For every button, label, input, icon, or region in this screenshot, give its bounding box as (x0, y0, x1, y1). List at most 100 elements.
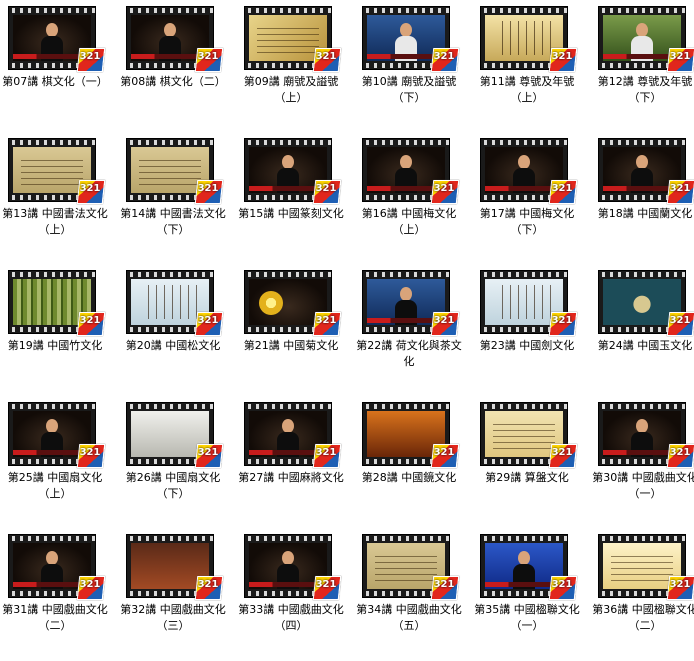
video-thumbnail-item[interactable]: 321 第24講 中國玉文化 (592, 264, 694, 396)
player-badge-icon: 321 (76, 312, 106, 336)
player-badge-icon: 321 (430, 180, 460, 204)
video-thumbnail-item[interactable]: 321 第34講 中國戲曲文化（五） (356, 528, 474, 660)
player-badge-icon: 321 (548, 312, 578, 336)
video-title-label: 第34講 中國戲曲文化（五） (356, 603, 462, 632)
player-badge-icon: 321 (548, 444, 578, 468)
badge-label: 321 (669, 579, 691, 590)
video-thumbnail-item[interactable]: 321 第27講 中國麻將文化 (238, 396, 356, 528)
badge-label: 321 (669, 51, 691, 62)
film-sprocket-holes (599, 272, 685, 277)
player-badge-icon: 321 (76, 180, 106, 204)
film-sprocket-holes (245, 536, 331, 541)
film-sprocket-holes (363, 8, 449, 13)
player-badge-icon: 321 (312, 444, 342, 468)
film-sprocket-holes (9, 140, 95, 145)
video-thumbnail-item[interactable]: 321 第17講 中國梅文化（下） (474, 132, 592, 264)
film-sprocket-holes (599, 8, 685, 13)
lecturer-head (282, 419, 294, 433)
badge-label: 321 (79, 183, 101, 194)
video-thumbnail-item[interactable]: 321 第12講 尊號及年號（下） (592, 0, 694, 132)
badge-label: 321 (79, 447, 101, 458)
player-badge-icon: 321 (76, 48, 106, 72)
video-thumbnail-item[interactable]: 321 第07講 棋文化（一） (2, 0, 120, 132)
video-thumbnail-item[interactable]: 321 第33講 中國戲曲文化（四） (238, 528, 356, 660)
video-thumbnail-item[interactable]: 321 第23講 中國劍文化 (474, 264, 592, 396)
player-badge-icon: 321 (194, 48, 224, 72)
player-badge-icon: 321 (430, 576, 460, 600)
video-title-label: 第26講 中國扇文化（下） (125, 471, 221, 500)
video-thumbnail-item[interactable]: 321 第25講 中國扇文化（上） (2, 396, 120, 528)
vertical-text-graphic (495, 21, 553, 55)
badge-label: 321 (197, 447, 219, 458)
badge-label: 321 (669, 183, 691, 194)
video-thumbnail-item[interactable]: 321 第10講 廟號及謚號（下） (356, 0, 474, 132)
video-thumbnail-grid: 321 第07講 棋文化（一） 321 第08講 棋文化（二） 321 第09講 廟號及謚… (0, 0, 694, 661)
vertical-text-graphic (141, 285, 199, 319)
video-thumbnail-item[interactable]: 321 第26講 中國扇文化（下） (120, 396, 238, 528)
calligraphy-text-graphic (493, 419, 555, 449)
video-thumbnail-item[interactable]: 321 第09講 廟號及謚號（上） (238, 0, 356, 132)
lecturer-head (46, 551, 58, 565)
video-thumbnail-item[interactable]: 321 第30講 中國戲曲文化（一） (592, 396, 694, 528)
video-thumbnail-item[interactable]: 321 第13講 中國書法文化（上） (2, 132, 120, 264)
film-sprocket-holes (363, 404, 449, 409)
film-sprocket-holes (599, 536, 685, 541)
video-title-label: 第18講 中國蘭文化 (597, 207, 693, 220)
lecturer-head (518, 551, 530, 565)
badge-label: 321 (551, 315, 573, 326)
player-badge-icon: 321 (312, 576, 342, 600)
video-title-label: 第19講 中國竹文化 (7, 339, 103, 352)
badge-label: 321 (551, 447, 573, 458)
player-badge-icon: 321 (548, 576, 578, 600)
video-thumbnail-item[interactable]: 321 第11講 尊號及年號（上） (474, 0, 592, 132)
video-thumbnail-item[interactable]: 321 第21講 中國菊文化 (238, 264, 356, 396)
player-badge-icon: 321 (430, 48, 460, 72)
film-sprocket-holes (127, 140, 213, 145)
video-title-label: 第36講 中國楹聯文化（二） (592, 603, 694, 632)
video-thumbnail-item[interactable]: 321 第16講 中國梅文化（上） (356, 132, 474, 264)
lecturer-head (400, 155, 412, 169)
film-sprocket-holes (245, 140, 331, 145)
badge-label: 321 (433, 447, 455, 458)
video-title-label: 第15講 中國篆刻文化 (238, 207, 344, 220)
video-thumbnail-item[interactable]: 321 第08講 棋文化（二） (120, 0, 238, 132)
video-thumbnail-item[interactable]: 321 第15講 中國篆刻文化 (238, 132, 356, 264)
video-thumbnail-item[interactable]: 321 第36講 中國楹聯文化（二） (592, 528, 694, 660)
video-thumbnail-item[interactable]: 321 第32講 中國戲曲文化（三） (120, 528, 238, 660)
video-title-label: 第11講 尊號及年號（上） (479, 75, 575, 104)
player-badge-icon: 321 (76, 576, 106, 600)
badge-label: 321 (79, 579, 101, 590)
video-title-label: 第32講 中國戲曲文化（三） (120, 603, 226, 632)
player-badge-icon: 321 (312, 312, 342, 336)
video-title-label: 第09講 廟號及謚號（上） (243, 75, 339, 104)
video-thumbnail-item[interactable]: 321 第35講 中國楹聯文化（一） (474, 528, 592, 660)
video-thumbnail-item[interactable]: 321 第20講 中國松文化 (120, 264, 238, 396)
calligraphy-text-graphic (21, 155, 83, 185)
video-thumbnail-item[interactable]: 321 第28講 中國鏡文化 (356, 396, 474, 528)
video-thumbnail-item[interactable]: 321 第22講 荷文化與茶文化 (356, 264, 474, 396)
video-thumbnail-item[interactable]: 321 第29講 算盤文化 (474, 396, 592, 528)
video-title-label: 第14講 中國書法文化（下） (120, 207, 226, 236)
player-badge-icon: 321 (666, 576, 694, 600)
lecturer-head (636, 155, 648, 169)
video-title-label: 第30講 中國戲曲文化（一） (592, 471, 694, 500)
video-thumbnail-item[interactable]: 321 第14講 中國書法文化（下） (120, 132, 238, 264)
film-sprocket-holes (127, 404, 213, 409)
badge-label: 321 (669, 447, 691, 458)
player-badge-icon: 321 (76, 444, 106, 468)
calligraphy-text-graphic (257, 23, 319, 53)
player-badge-icon: 321 (194, 180, 224, 204)
video-thumbnail-item[interactable]: 321 第31講 中國戲曲文化（二） (2, 528, 120, 660)
lecturer-head (400, 287, 412, 301)
lecturer-head (46, 23, 58, 37)
film-sprocket-holes (481, 536, 567, 541)
player-badge-icon: 321 (666, 312, 694, 336)
player-badge-icon: 321 (548, 180, 578, 204)
video-thumbnail-item[interactable]: 321 第19講 中國竹文化 (2, 264, 120, 396)
video-thumbnail-item[interactable]: 321 第18講 中國蘭文化 (592, 132, 694, 264)
video-title-label: 第24講 中國玉文化 (597, 339, 693, 352)
film-sprocket-holes (9, 272, 95, 277)
video-title-label: 第25講 中國扇文化（上） (7, 471, 103, 500)
video-title-label: 第12講 尊號及年號（下） (597, 75, 693, 104)
video-title-label: 第35講 中國楹聯文化（一） (474, 603, 580, 632)
